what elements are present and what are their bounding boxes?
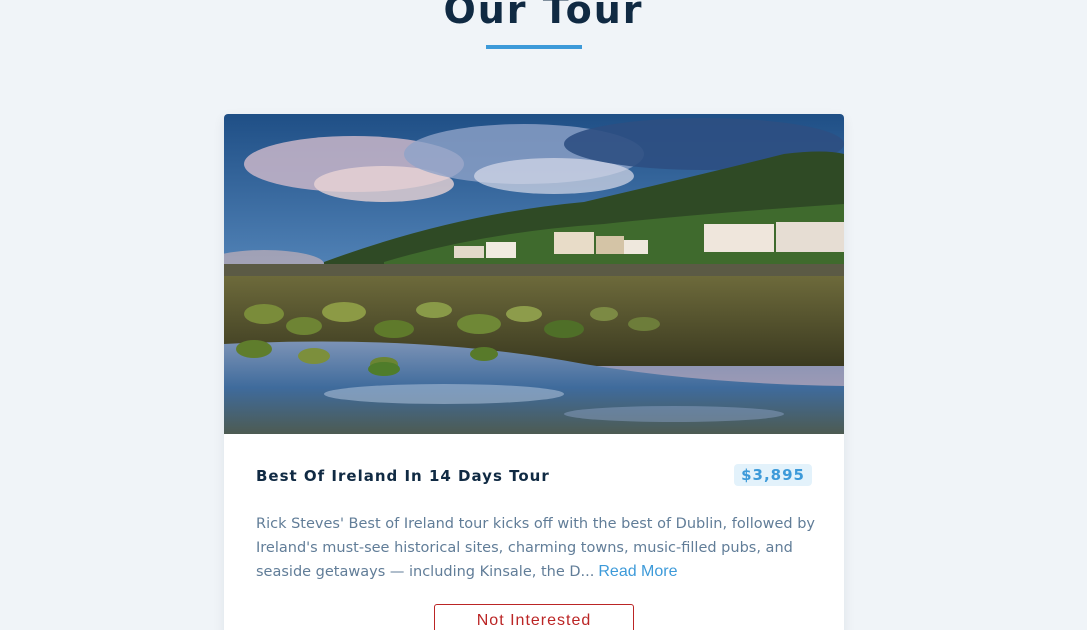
page-title: Our Tour xyxy=(443,0,644,32)
tour-image xyxy=(224,114,844,434)
tour-description: Rick Steves' Best of Ireland tour kicks … xyxy=(256,512,816,584)
tour-name: Best Of Ireland In 14 Days Tour xyxy=(256,467,550,485)
tour-card: Best Of Ireland In 14 Days Tour $3,895 R… xyxy=(224,114,844,630)
tours-page: Our Tour Best Of Ireland In 14 Days Tour… xyxy=(0,0,1087,630)
tour-price-badge: $3,895 xyxy=(734,464,812,486)
not-interested-button[interactable]: Not Interested xyxy=(434,604,634,630)
tour-description-text: Rick Steves' Best of Ireland tour kicks … xyxy=(256,516,815,580)
title-underline xyxy=(486,45,582,49)
read-more-button[interactable]: Read More xyxy=(598,563,677,581)
